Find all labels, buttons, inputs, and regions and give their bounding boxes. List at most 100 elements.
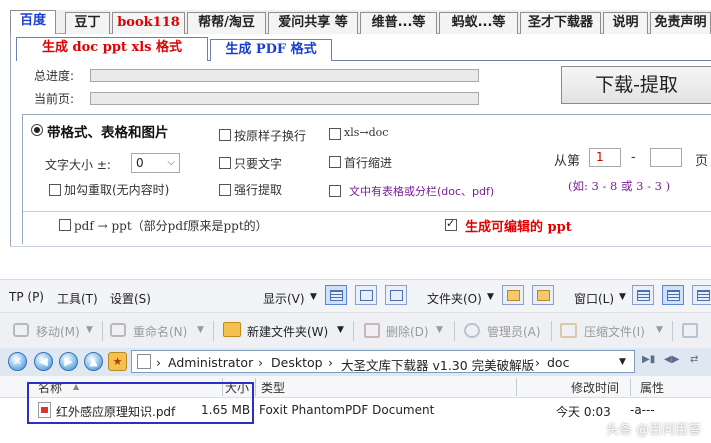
compress-button[interactable]: 压缩文件(I)	[584, 323, 645, 340]
delete-button[interactable]: 删除(D)	[386, 323, 429, 340]
column-divider[interactable]	[630, 378, 631, 396]
table-columns-checkbox[interactable]	[329, 185, 341, 197]
up-arrow-icon[interactable]: ▲	[84, 352, 103, 371]
delete-dropdown-icon[interactable]: ▼	[436, 325, 443, 335]
format-mode-label: 带格式、表格和图片	[47, 125, 169, 141]
column-divider[interactable]	[516, 378, 517, 396]
folder-pane-icon[interactable]	[532, 285, 554, 305]
font-size-value: 0	[136, 156, 144, 170]
go-icon[interactable]: ▶▮	[642, 354, 655, 365]
menu-window[interactable]: 窗口(L)	[574, 290, 614, 307]
file-type: Foxit PhantomPDF Document	[259, 403, 435, 417]
tab-mayi[interactable]: 蚂蚁...等	[439, 12, 518, 34]
first-indent-checkbox[interactable]	[329, 156, 341, 168]
new-folder-icon	[223, 322, 241, 337]
format-mode-radio[interactable]	[31, 124, 43, 136]
menu-settings[interactable]: 设置(S)	[110, 290, 151, 307]
menu-tp[interactable]: TP (P)	[9, 290, 44, 304]
admin-button[interactable]: 管理员(A)	[487, 323, 541, 340]
tab-weipu[interactable]: 维普...等	[360, 12, 437, 34]
menu-folder[interactable]: 文件夹(O)	[427, 290, 482, 307]
back-arrow-icon[interactable]: ◀	[34, 352, 53, 371]
font-size-label: 文字大小 ±:	[45, 158, 111, 172]
breadcrumb-administrator[interactable]: Administrator	[168, 355, 253, 370]
tab-strip: 百度 豆丁 book118 帮帮/淘豆 爱问共享 等 维普...等 蚂蚁...等…	[10, 10, 711, 35]
single-pane-icon[interactable]	[632, 285, 654, 305]
font-size-select[interactable]: 0 ⌵	[131, 153, 180, 173]
favorites-star-icon[interactable]: ★	[108, 352, 127, 371]
tab-help[interactable]: 说明	[603, 12, 648, 34]
menu-tools[interactable]: 工具(T)	[57, 290, 98, 307]
new-folder-button[interactable]: 新建文件夹(W)	[247, 323, 328, 340]
page-range-example: (如: 3 - 8 或 3 - 3 )	[568, 179, 671, 193]
move-icon	[13, 323, 29, 337]
breadcrumb-separator: ›	[535, 355, 540, 370]
text-only-checkbox[interactable]	[219, 157, 231, 169]
line-break-label: 按原样子换行	[234, 129, 307, 143]
column-divider[interactable]	[255, 378, 256, 396]
compress-icon	[560, 323, 577, 338]
column-modified[interactable]: 修改时间	[571, 379, 619, 396]
preview-view-icon[interactable]	[385, 285, 407, 305]
move-button[interactable]: 移动(M)	[36, 323, 80, 340]
breadcrumb-separator: ›	[258, 355, 263, 370]
tab-baidu[interactable]: 百度	[10, 10, 56, 35]
layout-icon[interactable]	[692, 285, 711, 305]
current-page-bar	[90, 92, 479, 105]
details-view-icon[interactable]	[325, 285, 347, 305]
line-break-checkbox[interactable]	[219, 129, 231, 141]
breadcrumb-desktop[interactable]: Desktop	[271, 355, 323, 370]
to-page-input[interactable]	[650, 148, 682, 167]
xls-to-doc-label: xls→doc	[344, 126, 389, 139]
view-dropdown-icon[interactable]: ▼	[310, 292, 317, 302]
tab-shengcai[interactable]: 圣才下载器	[520, 12, 601, 34]
rename-button[interactable]: 重命名(N)	[133, 323, 187, 340]
toolbar-separator	[213, 321, 214, 341]
tiles-view-icon[interactable]	[355, 285, 377, 305]
forward-arrow-icon[interactable]: ▶	[59, 352, 78, 371]
from-page-input[interactable]: 1	[589, 148, 621, 167]
folder-tree-icon[interactable]	[502, 285, 524, 305]
close-icon[interactable]: ✕	[8, 352, 27, 371]
tab-aiwen[interactable]: 爱问共享 等	[268, 12, 358, 34]
column-attributes[interactable]: 属性	[640, 379, 664, 396]
breadcrumb-doc[interactable]: doc	[547, 355, 569, 370]
toolbar-separator	[551, 321, 552, 341]
text-only-label: 只要文字	[234, 157, 283, 171]
admin-icon	[464, 323, 480, 338]
breadcrumb-downloader-folder[interactable]: 大圣文库下载器 v1.30 完美破解版	[341, 355, 534, 374]
force-extract-checkbox[interactable]	[219, 184, 231, 196]
folder-dropdown-icon[interactable]: ▼	[487, 292, 494, 302]
total-progress-bar	[90, 69, 479, 82]
repaint-checkbox[interactable]	[49, 184, 61, 196]
panel-bottom-border	[10, 246, 711, 247]
compress-dropdown-icon[interactable]: ▼	[656, 325, 663, 335]
total-progress-label: 总进度:	[34, 69, 75, 83]
page-dash: -	[631, 150, 636, 165]
download-extract-button[interactable]: 下载-提取	[561, 66, 711, 104]
menu-view[interactable]: 显示(V)	[263, 290, 305, 307]
window-dropdown-icon[interactable]: ▼	[619, 292, 626, 302]
path-field[interactable]: › Administrator › Desktop › 大圣文库下载器 v1.3…	[131, 350, 635, 373]
new-folder-dropdown-icon[interactable]: ▼	[337, 325, 344, 335]
editable-ppt-checkbox[interactable]	[445, 217, 457, 231]
tab-douding[interactable]: 豆丁	[65, 12, 110, 34]
tab-bangbang[interactable]: 帮帮/淘豆	[187, 12, 266, 34]
column-type[interactable]: 类型	[261, 379, 285, 396]
tab-disclaimer[interactable]: 免责声明	[650, 12, 711, 34]
left-margin	[0, 34, 10, 246]
move-dropdown-icon[interactable]: ▼	[86, 325, 93, 335]
xls-to-doc-checkbox[interactable]	[329, 128, 341, 140]
subtab-doc-ppt-xls[interactable]: 生成 doc ppt xls 格式	[16, 37, 208, 61]
properties-icon[interactable]	[682, 323, 698, 338]
repaint-label: 加勾重取(无内容时)	[64, 183, 170, 197]
swap-icon[interactable]: ⇄	[690, 354, 698, 365]
path-dropdown-icon[interactable]: ▼	[619, 357, 626, 367]
subtab-pdf[interactable]: 生成 PDF 格式	[210, 39, 332, 61]
rename-dropdown-icon[interactable]: ▼	[197, 325, 204, 335]
dual-pane-icon[interactable]	[662, 285, 684, 305]
pdf-to-ppt-checkbox[interactable]	[59, 219, 71, 231]
downloader-panel: 总进度: 当前页: 生成 doc ppt xls 格式 生成 PDF 格式 下载…	[10, 34, 711, 246]
sync-icon[interactable]: ◀▶	[664, 354, 679, 365]
tab-book118[interactable]: book118	[112, 12, 185, 34]
